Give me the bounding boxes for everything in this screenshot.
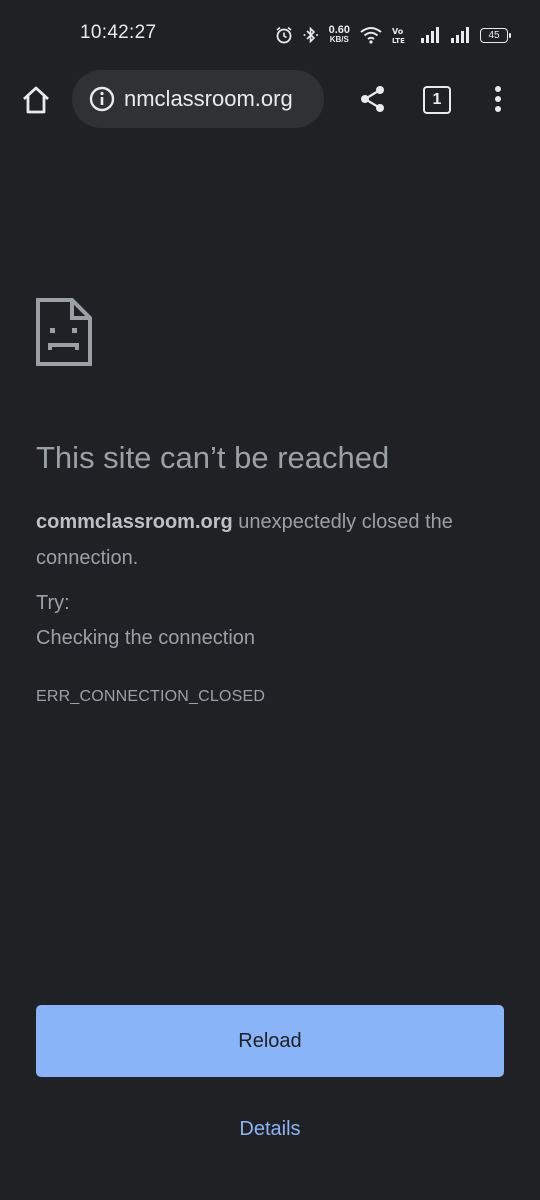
- share-icon[interactable]: [358, 84, 388, 114]
- signal-icon-sim2: [451, 27, 469, 43]
- suggestion-item: Checking the connection: [36, 627, 256, 649]
- battery-icon: 45: [480, 27, 511, 43]
- status-icons: 0.60 KB/S Vo LTE 45: [275, 24, 511, 46]
- net-speed-value: 0.60: [328, 24, 350, 36]
- wifi-icon: [360, 27, 382, 44]
- more-menu-icon[interactable]: [488, 84, 508, 114]
- svg-text:Vo: Vo: [392, 27, 404, 36]
- home-icon[interactable]: [20, 84, 52, 116]
- browser-toolbar: nmclassroom.org 1: [0, 66, 540, 140]
- reload-button[interactable]: Reload: [36, 1005, 504, 1077]
- network-speed: 0.60 KB/S: [328, 24, 350, 45]
- svg-text:LTE: LTE: [392, 37, 405, 44]
- info-icon[interactable]: [88, 85, 116, 113]
- net-speed-unit: KB/S: [329, 35, 349, 44]
- bluetooth-icon: [303, 26, 318, 44]
- error-title: This site can’t be reached: [36, 440, 390, 475]
- omnibox[interactable]: nmclassroom.org: [72, 70, 324, 128]
- status-bar: 10:42:27 0.60 KB/S Vo LTE 45: [0, 0, 540, 66]
- error-code: ERR_CONNECTION_CLOSED: [36, 688, 266, 705]
- volte-icon: Vo LTE: [392, 27, 405, 44]
- alarm-icon: [276, 26, 292, 44]
- details-button[interactable]: Details: [0, 1118, 540, 1141]
- try-label: Try:: [36, 592, 70, 614]
- tab-switcher-button[interactable]: 1: [423, 86, 451, 114]
- url-text[interactable]: nmclassroom.org: [124, 86, 293, 112]
- error-message: commclassroom.org unexpectedly closed th…: [36, 504, 506, 576]
- status-time: 10:42:27: [80, 22, 157, 43]
- error-host: commclassroom.org: [36, 511, 233, 533]
- signal-icon-sim1: [421, 27, 439, 43]
- sad-page-icon: [36, 298, 92, 366]
